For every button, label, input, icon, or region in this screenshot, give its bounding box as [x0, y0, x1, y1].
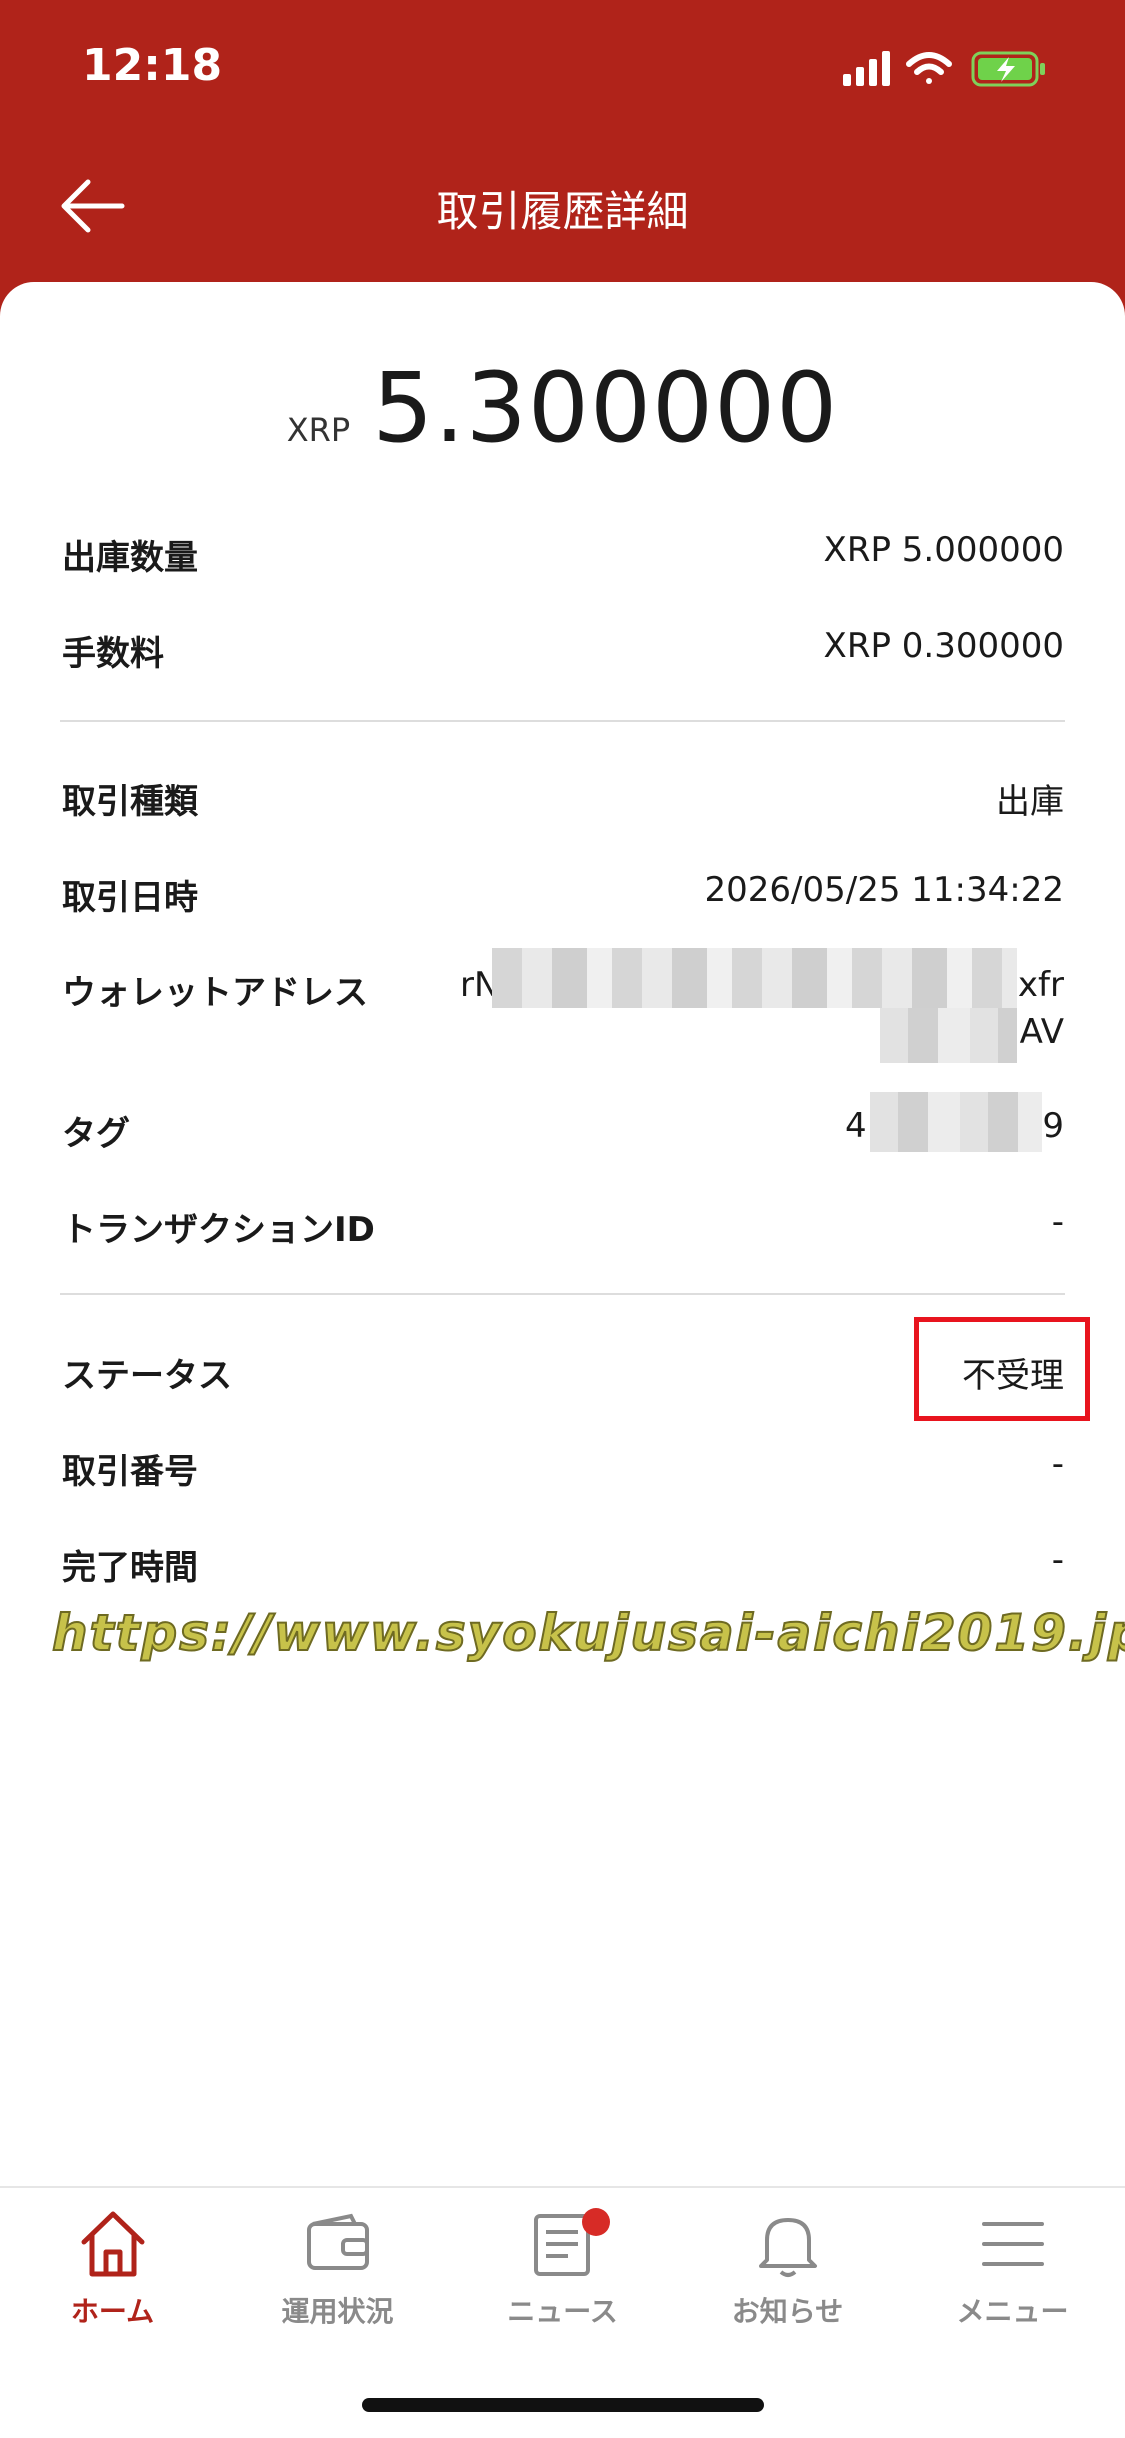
home-indicator[interactable]	[362, 2398, 764, 2412]
transaction-number-label: 取引番号	[62, 1452, 198, 1492]
tab-news-label: ニュース	[507, 2295, 618, 2328]
amount-value: 5.300000	[372, 352, 839, 464]
status-label: ステータス	[62, 1356, 232, 1396]
tag-label: タグ	[62, 1114, 130, 1154]
wifi-icon	[906, 52, 952, 84]
wallet-address-label: ウォレットアドレス	[62, 973, 368, 1013]
tab-menu[interactable]: メニュー	[900, 2208, 1125, 2358]
wallet-address-suffix-line2: AV	[1019, 1012, 1064, 1052]
news-notification-dot	[582, 2208, 610, 2236]
menu-icon	[981, 2222, 1044, 2266]
wallet-address-redacted	[492, 948, 1017, 1008]
fee-label: 手数料	[62, 634, 164, 674]
tab-portfolio-label: 運用状況	[281, 2295, 394, 2328]
app-header: 12:18 取引履歴詳細	[0, 0, 1125, 330]
transaction-id-value: -	[1051, 1202, 1064, 1242]
fee-value: XRP 0.300000	[823, 626, 1064, 666]
total-amount: XRP 5.300000	[0, 352, 1125, 464]
wallet-icon	[306, 2213, 369, 2270]
status-time: 12:18	[82, 40, 223, 91]
tab-notices[interactable]: お知らせ	[675, 2208, 900, 2358]
bell-icon	[758, 2218, 817, 2277]
transaction-type-value: 出庫	[996, 782, 1064, 822]
wallet-address-redacted-line2	[880, 1008, 1017, 1063]
wallet-address-suffix-line1: xfr	[1017, 965, 1064, 1005]
status-highlight-box	[914, 1317, 1090, 1421]
transaction-type-label: 取引種類	[62, 782, 198, 822]
tab-news[interactable]: ニュース	[450, 2208, 675, 2358]
divider	[60, 1293, 1065, 1295]
tag-prefix: 4	[845, 1106, 867, 1146]
transaction-datetime-label: 取引日時	[62, 878, 198, 918]
withdraw-quantity-value: XRP 5.000000	[823, 530, 1064, 570]
tab-menu-label: メニュー	[956, 2295, 1069, 2328]
divider	[60, 720, 1065, 722]
completion-time-value: -	[1051, 1540, 1064, 1580]
amount-currency: XRP	[286, 411, 351, 449]
tab-home-label: ホーム	[70, 2295, 155, 2328]
tag-redacted	[870, 1092, 1042, 1152]
signal-icon	[843, 51, 890, 86]
tab-portfolio[interactable]: 運用状況	[225, 2208, 450, 2358]
transaction-id-label: トランザクションID	[62, 1210, 375, 1250]
withdraw-quantity-label: 出庫数量	[62, 538, 198, 578]
transaction-datetime-value: 2026/05/25 11:34:22	[704, 870, 1064, 910]
status-icons	[843, 51, 1045, 87]
tag-suffix: 9	[1042, 1106, 1064, 1146]
page-title: 取引履歴詳細	[436, 187, 689, 236]
tab-home[interactable]: ホーム	[0, 2208, 225, 2358]
tab-notices-label: お知らせ	[731, 2295, 844, 2328]
watermark-url: https://www.syokujusai-aichi2019.jp/	[51, 1603, 1125, 1663]
transaction-number-value: -	[1051, 1444, 1064, 1484]
battery-icon	[971, 51, 1045, 87]
home-icon	[81, 2211, 144, 2277]
completion-time-label: 完了時間	[62, 1548, 198, 1588]
